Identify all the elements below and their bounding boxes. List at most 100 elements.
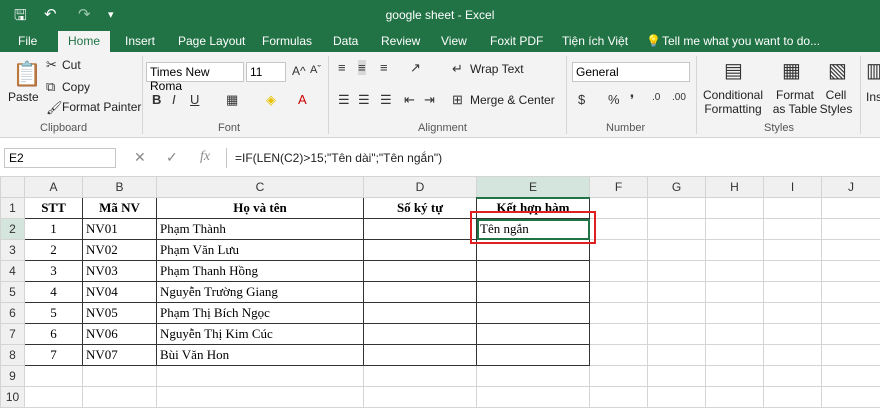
cell[interactable]: [477, 387, 590, 408]
comma-style-icon[interactable]: ❜: [630, 92, 634, 108]
cell[interactable]: [822, 240, 880, 261]
column-header[interactable]: H: [706, 177, 764, 198]
formula-input[interactable]: =IF(LEN(C2)>15;"Tên dài";"Tên ngắn"): [226, 148, 878, 168]
cell[interactable]: [648, 219, 706, 240]
format-painter-icon[interactable]: 🖌: [46, 100, 63, 116]
tab-data[interactable]: Data: [333, 34, 358, 48]
column-header[interactable]: D: [364, 177, 477, 198]
cell[interactable]: NV03: [83, 261, 157, 282]
insert-cells-icon[interactable]: ▥: [866, 58, 880, 83]
cell[interactable]: [822, 282, 880, 303]
cell[interactable]: [764, 282, 822, 303]
cell[interactable]: Phạm Thanh Hồng: [157, 261, 364, 282]
row-header[interactable]: 5: [1, 282, 25, 303]
copy-button[interactable]: Copy: [62, 80, 90, 94]
cell[interactable]: [364, 366, 477, 387]
cell[interactable]: [477, 324, 590, 345]
cell[interactable]: [477, 366, 590, 387]
cell[interactable]: [764, 324, 822, 345]
cell[interactable]: [822, 198, 880, 219]
cell[interactable]: 7: [25, 345, 83, 366]
row-header[interactable]: 8: [1, 345, 25, 366]
merge-center-icon[interactable]: ⊞: [452, 92, 463, 108]
tab-view[interactable]: View: [441, 34, 467, 48]
fill-color-icon[interactable]: ◈: [266, 92, 276, 108]
wrap-text-icon[interactable]: ↵: [452, 61, 463, 77]
column-header[interactable]: I: [764, 177, 822, 198]
header-cell[interactable]: STT: [25, 198, 83, 219]
cell-styles-icon[interactable]: ▧: [828, 58, 847, 83]
number-format-select[interactable]: General: [572, 62, 690, 82]
cell[interactable]: 2: [25, 240, 83, 261]
cell[interactable]: [706, 345, 764, 366]
cell[interactable]: Bùi Văn Hon: [157, 345, 364, 366]
cell[interactable]: Phạm Văn Lưu: [157, 240, 364, 261]
row-header[interactable]: 6: [1, 303, 25, 324]
decrease-decimal-icon[interactable]: .00: [672, 92, 686, 103]
cell[interactable]: [590, 219, 648, 240]
active-cell-e2[interactable]: Tên ngắn: [477, 219, 590, 240]
cell[interactable]: [477, 282, 590, 303]
cell[interactable]: [648, 261, 706, 282]
cell[interactable]: [648, 345, 706, 366]
cell[interactable]: [25, 366, 83, 387]
cell[interactable]: Nguyễn Trường Giang: [157, 282, 364, 303]
header-cell[interactable]: Số ký tự: [364, 198, 477, 219]
underline-icon[interactable]: U: [190, 92, 199, 107]
cell[interactable]: [706, 324, 764, 345]
column-header[interactable]: J: [822, 177, 880, 198]
cell[interactable]: [764, 261, 822, 282]
top-align-icon[interactable]: ≡: [338, 60, 346, 75]
cell[interactable]: [477, 240, 590, 261]
cell[interactable]: [590, 282, 648, 303]
cell[interactable]: [764, 198, 822, 219]
cell[interactable]: [764, 366, 822, 387]
cell[interactable]: [822, 261, 880, 282]
currency-icon[interactable]: $: [578, 92, 585, 107]
column-header[interactable]: C: [157, 177, 364, 198]
cell[interactable]: 5: [25, 303, 83, 324]
tab-file[interactable]: File: [18, 34, 37, 48]
insert-cells-button[interactable]: Ins: [866, 90, 880, 104]
borders-icon[interactable]: ▦: [226, 92, 238, 108]
enter-icon[interactable]: ✓: [166, 149, 178, 166]
header-cell[interactable]: Họ và tên: [157, 198, 364, 219]
cell[interactable]: NV01: [83, 219, 157, 240]
align-center-icon[interactable]: ☰: [358, 92, 370, 108]
cell[interactable]: [477, 261, 590, 282]
header-cell[interactable]: Kết hợp hàm: [477, 198, 590, 219]
insert-function-icon[interactable]: fx: [200, 149, 210, 165]
align-right-icon[interactable]: ☰: [380, 92, 392, 108]
cell[interactable]: [590, 303, 648, 324]
cell[interactable]: [764, 240, 822, 261]
italic-icon[interactable]: I: [172, 92, 176, 107]
cell[interactable]: [764, 303, 822, 324]
row-header[interactable]: 10: [1, 387, 25, 408]
wrap-text-button[interactable]: Wrap Text: [470, 62, 524, 76]
cell[interactable]: [706, 387, 764, 408]
increase-font-icon[interactable]: A^: [292, 64, 306, 78]
tab-page-layout[interactable]: Page Layout: [178, 34, 245, 48]
middle-align-icon[interactable]: ≡: [358, 60, 366, 75]
row-header[interactable]: 3: [1, 240, 25, 261]
cell[interactable]: [364, 303, 477, 324]
cell[interactable]: [706, 261, 764, 282]
tab-review[interactable]: Review: [381, 34, 420, 48]
cell[interactable]: [590, 324, 648, 345]
cell[interactable]: [764, 387, 822, 408]
cell[interactable]: [364, 282, 477, 303]
cell[interactable]: 3: [25, 261, 83, 282]
cell[interactable]: [648, 366, 706, 387]
column-header[interactable]: B: [83, 177, 157, 198]
cell[interactable]: Phạm Thị Bích Ngọc: [157, 303, 364, 324]
name-box[interactable]: E2: [4, 148, 116, 168]
tab-tien-ich-viet[interactable]: Tiện ích Việt: [562, 34, 628, 48]
row-header[interactable]: 7: [1, 324, 25, 345]
tab-insert[interactable]: Insert: [125, 34, 155, 48]
cell[interactable]: [364, 345, 477, 366]
cut-icon[interactable]: ✂: [46, 57, 57, 73]
cell[interactable]: [648, 303, 706, 324]
cell[interactable]: Nguyễn Thị Kim Cúc: [157, 324, 364, 345]
row-header[interactable]: 4: [1, 261, 25, 282]
decrease-font-icon[interactable]: Aˇ: [310, 64, 321, 76]
